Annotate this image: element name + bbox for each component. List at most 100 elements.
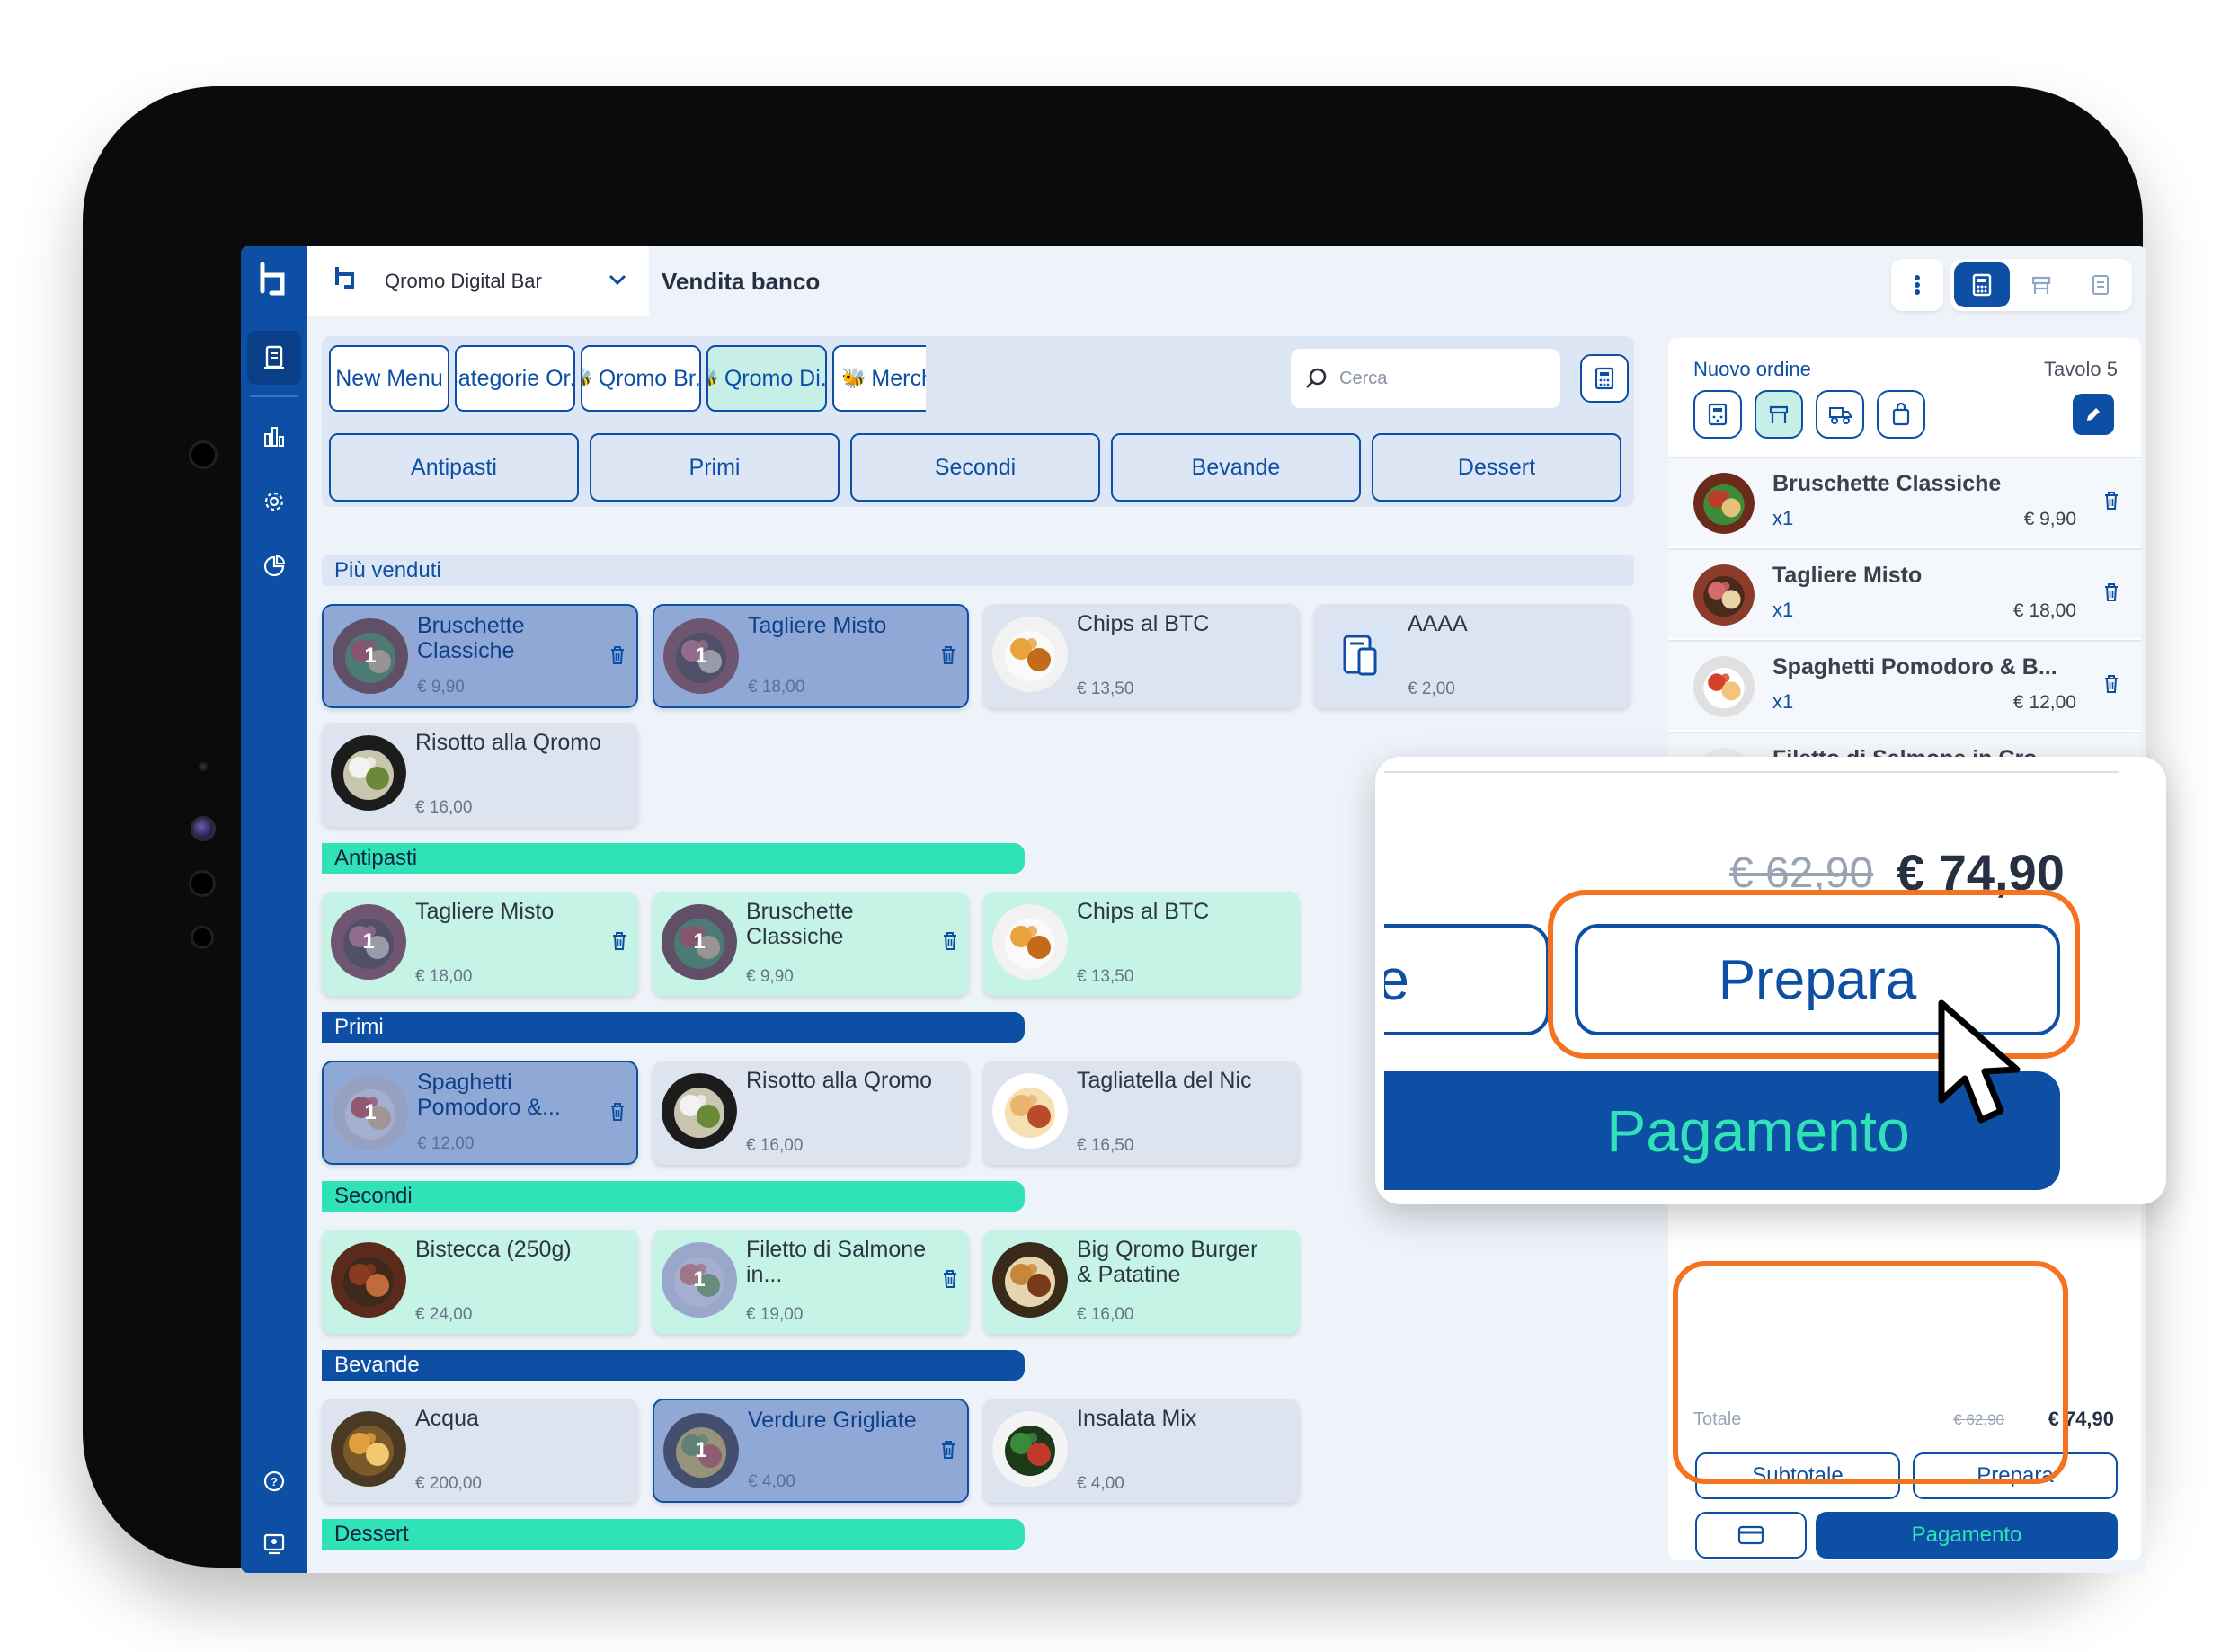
sidebar-item-sales[interactable] bbox=[247, 331, 301, 385]
card-payment-button[interactable] bbox=[1695, 1512, 1807, 1559]
search-box[interactable]: Cerca bbox=[1291, 349, 1560, 408]
user-screen-icon bbox=[263, 1533, 285, 1555]
category-tab[interactable]: Dessert bbox=[1372, 433, 1621, 502]
trash-icon[interactable] bbox=[609, 645, 626, 670]
category-tab[interactable]: Bevande bbox=[1111, 433, 1361, 502]
menu-tab[interactable]: 🐝Merchand bbox=[832, 345, 926, 412]
product-image bbox=[992, 1073, 1068, 1149]
product-name: Bruschette Classiche bbox=[417, 613, 525, 663]
trash-icon[interactable] bbox=[942, 1269, 958, 1293]
product-card[interactable]: AAAA € 2,00 bbox=[1314, 604, 1630, 708]
menu-tab-label: New Menu bbox=[335, 365, 443, 391]
menu-tab[interactable]: Categorie Or... bbox=[455, 345, 575, 412]
order-type-counter-button[interactable] bbox=[1693, 390, 1742, 439]
menu-tab[interactable]: 🐝Qromo Di... bbox=[706, 345, 827, 412]
view-tables-button[interactable] bbox=[2013, 262, 2069, 307]
quantity-badge: 1 bbox=[662, 904, 737, 980]
view-pos-button[interactable] bbox=[1954, 262, 2010, 307]
category-tab[interactable]: Secondi bbox=[850, 433, 1100, 502]
document-icon bbox=[2092, 275, 2109, 295]
delivery-icon bbox=[1829, 407, 1852, 424]
product-card[interactable]: 1 Spaghetti Pomodoro &... € 12,00 bbox=[322, 1061, 638, 1165]
order-type-takeaway-button[interactable] bbox=[1877, 390, 1925, 439]
order-type-delivery-button[interactable] bbox=[1816, 390, 1864, 439]
menu-tab[interactable]: 🐝Qromo Br... bbox=[581, 345, 701, 412]
chevron-down-icon bbox=[608, 273, 627, 290]
product-name: Big Qromo Burger & Patatine bbox=[1077, 1237, 1258, 1287]
sidebar-item-settings[interactable] bbox=[247, 475, 301, 528]
order-item-name: Tagliere Misto bbox=[1772, 563, 1923, 588]
trash-icon[interactable] bbox=[609, 1102, 626, 1126]
view-orders-button[interactable] bbox=[2073, 262, 2128, 307]
trash-icon[interactable] bbox=[940, 1440, 956, 1464]
sidebar-divider bbox=[250, 395, 298, 397]
product-name: Tagliere Misto bbox=[748, 613, 887, 638]
sidebar-item-reports[interactable] bbox=[247, 539, 301, 593]
order-line[interactable]: Tagliere Misto x1 € 18,00 bbox=[1668, 548, 2141, 638]
order-item-name: Spaghetti Pomodoro & B... bbox=[1772, 654, 2057, 679]
calculator-icon bbox=[1595, 367, 1614, 390]
bar-chart-icon bbox=[264, 427, 284, 447]
category-tab[interactable]: Antipasti bbox=[329, 433, 579, 502]
zoom-subtotal-button[interactable]: le bbox=[1384, 924, 1550, 1035]
quantity-badge: 1 bbox=[333, 1075, 408, 1150]
sidebar-item-help[interactable]: ? bbox=[247, 1454, 301, 1508]
trash-icon[interactable] bbox=[940, 645, 956, 670]
trash-icon[interactable] bbox=[942, 931, 958, 955]
camera-lens bbox=[191, 816, 216, 841]
product-image bbox=[992, 617, 1068, 692]
product-name: Verdure Grigliate bbox=[748, 1408, 917, 1433]
product-card[interactable]: 1 Tagliere Misto € 18,00 bbox=[653, 604, 969, 708]
app-logo[interactable] bbox=[253, 262, 293, 302]
product-name: Filetto di Salmone in... bbox=[746, 1237, 927, 1287]
product-name: Risotto alla Qromo bbox=[746, 1068, 933, 1093]
product-price: € 200,00 bbox=[415, 1474, 482, 1493]
product-card[interactable]: 1 Bruschette Classiche € 9,90 bbox=[653, 892, 969, 996]
product-price: € 16,00 bbox=[1077, 1305, 1134, 1324]
menu-tab[interactable]: New Menu bbox=[329, 345, 449, 412]
product-price: € 9,90 bbox=[746, 967, 794, 986]
product-name: Bruschette Classiche bbox=[746, 899, 854, 949]
product-image bbox=[992, 1242, 1068, 1318]
edit-order-button[interactable] bbox=[2073, 394, 2114, 435]
sidebar-item-stats[interactable] bbox=[247, 410, 301, 464]
order-item-qty: x1 bbox=[1772, 507, 1794, 529]
product-card[interactable]: 1 Tagliere Misto € 18,00 bbox=[322, 892, 638, 996]
trash-icon[interactable] bbox=[2103, 582, 2119, 607]
more-options-button[interactable] bbox=[1891, 259, 1943, 311]
product-card[interactable]: Chips al BTC € 13,50 bbox=[983, 604, 1300, 708]
product-card[interactable]: Chips al BTC € 13,50 bbox=[983, 892, 1300, 996]
venue-selector[interactable]: Qromo Digital Bar bbox=[307, 246, 649, 316]
quantity-badge: 1 bbox=[662, 1242, 737, 1318]
product-price: € 13,50 bbox=[1077, 967, 1134, 986]
trash-icon[interactable] bbox=[2103, 491, 2119, 515]
product-card[interactable]: Acqua € 200,00 bbox=[322, 1399, 638, 1503]
calculator-button[interactable] bbox=[1580, 354, 1629, 403]
product-price: € 18,00 bbox=[415, 967, 473, 986]
product-card[interactable]: 1 Filetto di Salmone in... € 19,00 bbox=[653, 1230, 969, 1334]
sidebar-item-account[interactable] bbox=[247, 1517, 301, 1571]
trash-icon[interactable] bbox=[611, 931, 627, 955]
product-card[interactable]: 1 Bruschette Classiche € 9,90 bbox=[322, 604, 638, 708]
product-price: € 24,00 bbox=[415, 1305, 473, 1324]
order-line[interactable]: Spaghetti Pomodoro & B... x1 € 12,00 bbox=[1668, 640, 2141, 730]
product-card[interactable]: Risotto alla Qromo € 16,00 bbox=[322, 723, 638, 827]
product-card[interactable]: Insalata Mix € 4,00 bbox=[983, 1399, 1300, 1503]
order-type-table-button[interactable] bbox=[1755, 390, 1803, 439]
product-card[interactable]: Bistecca (250g) € 24,00 bbox=[322, 1230, 638, 1334]
shopping-bag-icon bbox=[1892, 403, 1910, 426]
section-header: Dessert bbox=[322, 1519, 1025, 1550]
receipt-icon bbox=[264, 345, 284, 369]
order-table-label: Tavolo 5 bbox=[2044, 358, 2118, 380]
product-card[interactable]: Big Qromo Burger & Patatine € 16,00 bbox=[983, 1230, 1300, 1334]
trash-icon[interactable] bbox=[2103, 674, 2119, 698]
pay-button[interactable]: Pagamento bbox=[1816, 1512, 2118, 1559]
product-card[interactable]: Risotto alla Qromo € 16,00 bbox=[653, 1061, 969, 1165]
product-card[interactable]: 1 Verdure Grigliate € 4,00 bbox=[653, 1399, 969, 1503]
menu-tab-label: Qromo Br... bbox=[598, 365, 701, 391]
product-card[interactable]: Tagliatella del Nic € 16,50 bbox=[983, 1061, 1300, 1165]
page-title: Vendita banco bbox=[662, 268, 821, 295]
category-tab[interactable]: Primi bbox=[590, 433, 840, 502]
product-name: Spaghetti Pomodoro &... bbox=[417, 1070, 561, 1120]
order-line[interactable]: Bruschette Classiche x1 € 9,90 bbox=[1668, 457, 2141, 546]
